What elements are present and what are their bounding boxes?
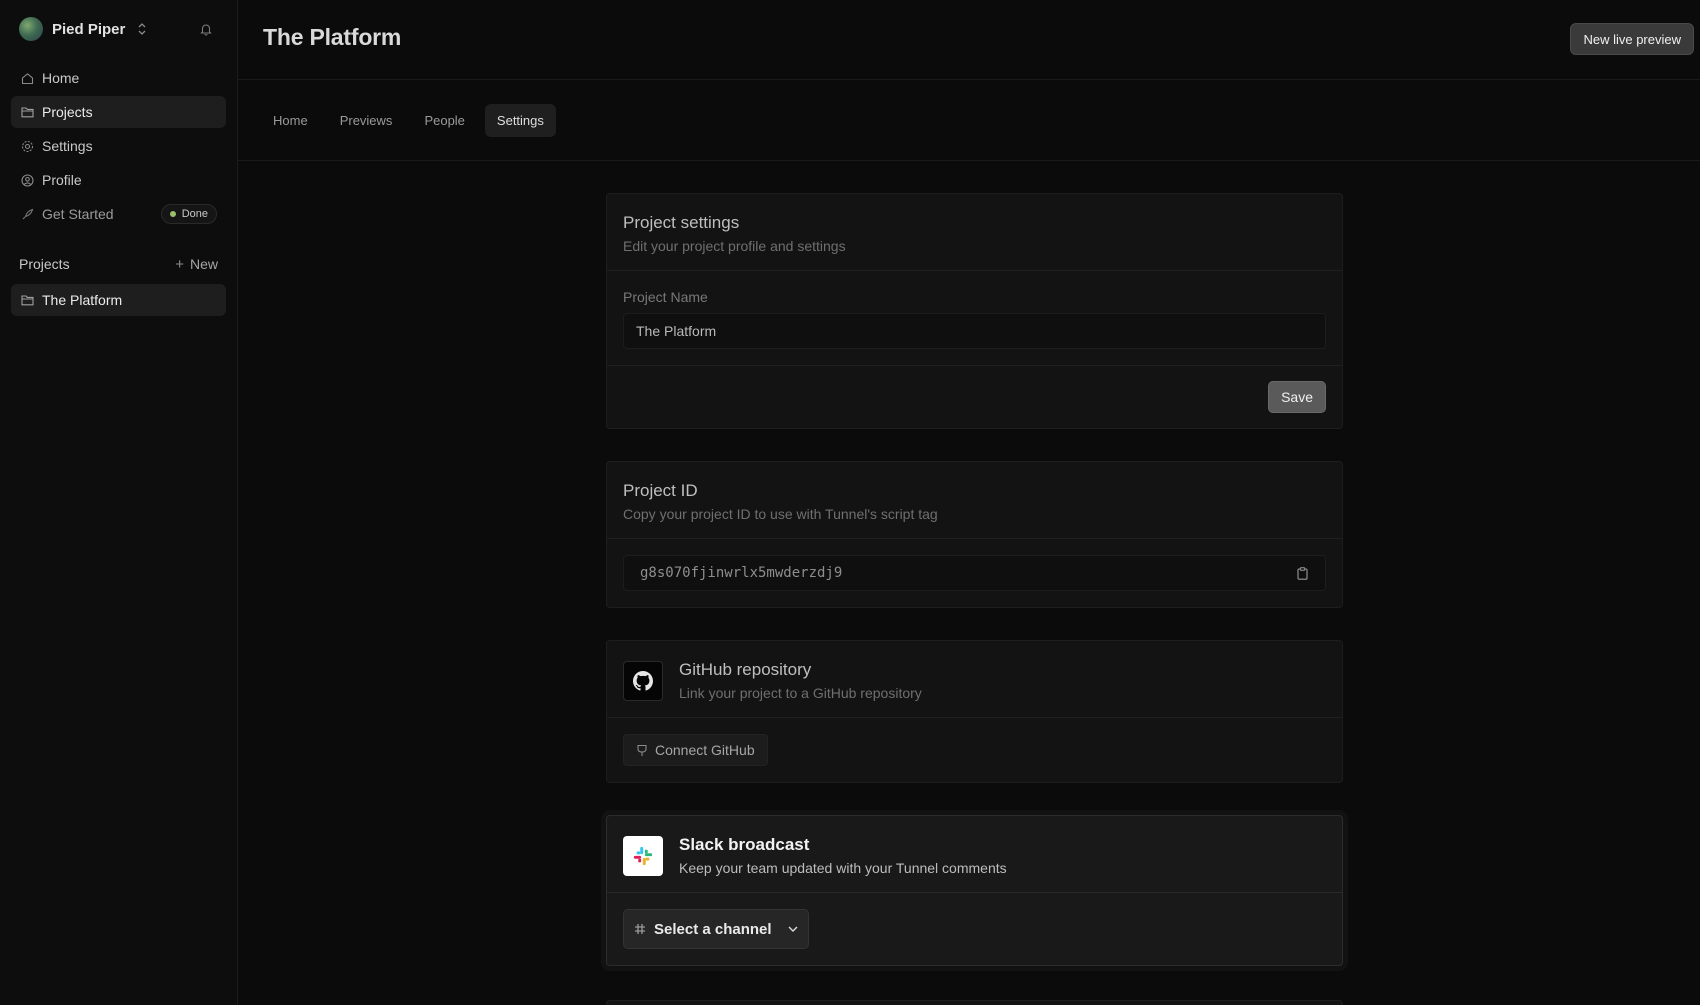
plus-icon: + [175,255,184,273]
status-badge: Done [160,204,217,224]
card-subtitle: Keep your team updated with your Tunnel … [679,860,1007,876]
status-dot [169,211,176,217]
clipboard-icon[interactable] [1295,566,1309,580]
tab-previews[interactable]: Previews [328,104,405,137]
next-settings-card [606,1000,1343,1005]
card-title: Slack broadcast [679,835,810,854]
card-body: Connect GitHub [607,718,1342,782]
new-project-label: New [189,256,218,272]
card-body: g8s070fjinwrlx5mwderzdj9 [607,539,1342,607]
tab-settings[interactable]: Settings [484,103,556,137]
slack-card: Slack broadcast Keep your team updated w… [606,815,1343,966]
org-name: Pied Piper [52,20,126,38]
card-header: Project settings Edit your project profi… [607,194,1342,271]
nav-item-get-started[interactable]: Get Started Done [11,198,226,230]
project-settings-card: Project settings Edit your project profi… [606,193,1343,429]
slack-logo-icon [623,835,663,876]
github-card: GitHub repository Link your project to a… [606,640,1343,783]
project-id-value: g8s070fjinwrlx5mwderzdj9 [640,565,843,581]
card-header: GitHub repository Link your project to a… [607,641,1342,718]
connect-github-button[interactable]: Connect GitHub [623,734,768,766]
card-header-text: Slack broadcast Keep your team updated w… [679,835,1007,876]
nav-label-profile: Profile [42,172,82,188]
rocket-icon [20,207,34,221]
project-name-input[interactable] [623,313,1326,349]
status-badge-label: Done [181,208,208,220]
page-header: The Platform New live preview [238,0,1700,80]
nav-item-home[interactable]: Home [11,62,226,94]
nav-label-settings: Settings [42,138,93,154]
user-circle-icon [20,173,34,187]
app: Pied Piper Home Projects Settings Profil… [0,0,1700,1005]
tab-people[interactable]: People [412,104,476,137]
project-name-label: Project Name [623,289,708,305]
home-icon [20,71,34,85]
project-id-field[interactable]: g8s070fjinwrlx5mwderzdj9 [623,555,1326,591]
main-panel: The Platform New live preview Home Previ… [238,0,1700,1005]
project-item-the-platform[interactable]: The Platform [11,284,226,316]
card-title: Project settings [623,213,740,232]
org-avatar [19,17,43,41]
card-subtitle: Copy your project ID to use with Tunnel'… [623,506,938,522]
chevrons-up-down-icon [137,22,149,36]
card-title: Project ID [623,481,698,500]
card-subtitle: Edit your project profile and settings [623,238,846,254]
nav-item-settings[interactable]: Settings [11,130,226,162]
tab-bar: Home Previews People Settings [238,80,1700,161]
tab-home[interactable]: Home [261,104,320,137]
card-header: Project ID Copy your project ID to use w… [607,462,1342,539]
github-logo-icon [623,660,663,701]
nav-label-projects: Projects [42,104,93,120]
nav-label-home: Home [42,70,80,86]
channel-select[interactable]: Select a channel [623,909,809,949]
projects-section-title: Projects [19,256,70,272]
card-subtitle: Link your project to a GitHub repository [679,685,922,701]
sidebar: Pied Piper Home Projects Settings Profil… [0,0,238,1005]
connect-github-label: Connect GitHub [655,742,755,758]
card-body: Project Name [607,271,1342,365]
project-id-card: Project ID Copy your project ID to use w… [606,461,1343,608]
card-title: GitHub repository [679,660,812,679]
page-title: The Platform [263,24,402,50]
nav-label-get-started: Get Started [42,206,114,222]
main-nav: Home Projects Settings Profile Get Start… [11,62,226,230]
project-item-label: The Platform [42,292,123,308]
channel-select-label: Select a channel [654,920,772,938]
folder-icon [20,105,34,119]
nav-item-projects[interactable]: Projects [11,96,226,128]
slack-hash-icon [634,923,646,935]
org-switcher[interactable]: Pied Piper [11,14,226,44]
plug-icon [636,744,648,757]
bell-icon[interactable] [198,21,214,37]
card-header: Slack broadcast Keep your team updated w… [607,816,1342,893]
new-live-preview-button[interactable]: New live preview [1570,23,1694,55]
gear-icon [20,139,34,153]
folder-icon [20,293,34,307]
nav-item-profile[interactable]: Profile [11,164,226,196]
new-project-button[interactable]: + New [175,256,218,273]
projects-section-header: Projects + New [11,252,226,276]
card-footer: Save [607,365,1342,428]
card-body: Select a channel [607,893,1342,965]
save-button[interactable]: Save [1268,381,1326,413]
card-header-text: GitHub repository Link your project to a… [679,660,922,701]
project-list: The Platform [11,284,226,316]
chevron-down-icon [788,926,798,932]
settings-content: Project settings Edit your project profi… [606,193,1343,1005]
